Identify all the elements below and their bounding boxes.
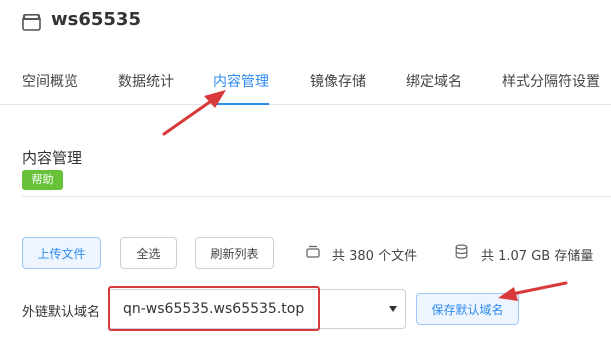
annotation-arrow-tab — [162, 90, 226, 136]
annotation-arrows — [162, 90, 568, 301]
annotation-arrow-save — [498, 281, 568, 301]
